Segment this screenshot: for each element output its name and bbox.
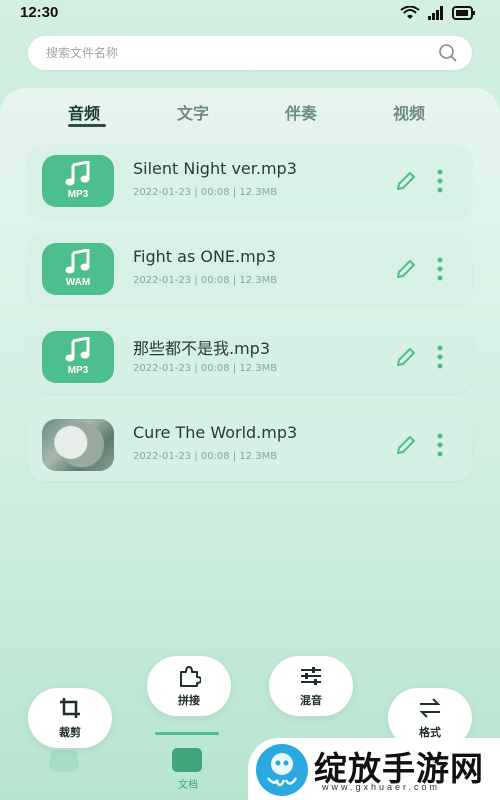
swap-icon — [419, 698, 441, 718]
file-item[interactable]: MP3 Silent Night ver.mp3 2022-01-23 | 00… — [28, 145, 472, 217]
file-meta: 2022-01-23 | 00:08 | 12.3MB — [133, 451, 278, 462]
file-name: Silent Night ver.mp3 — [133, 159, 297, 178]
watermark-url: www.gxhuaer.com — [322, 782, 441, 792]
crop-label: 裁剪 — [59, 726, 81, 739]
file-format-label: MP3 — [67, 189, 89, 200]
mix-button[interactable]: 混音 — [269, 656, 353, 716]
music-note-icon — [65, 249, 90, 274]
home-icon[interactable] — [50, 750, 78, 772]
splice-button[interactable]: 拼接 — [147, 656, 231, 716]
file-name: Fight as ONE.mp3 — [133, 247, 277, 266]
edit-icon[interactable] — [394, 257, 418, 281]
document-icon[interactable] — [172, 748, 202, 772]
wifi-icon — [400, 6, 420, 19]
more-options-icon[interactable] — [432, 255, 448, 283]
status-time: 12:30 — [20, 4, 59, 21]
more-options-icon[interactable] — [432, 167, 448, 195]
tab-text[interactable]: 文字 — [177, 100, 209, 124]
music-note-icon — [65, 161, 90, 186]
more-options-icon[interactable] — [432, 431, 448, 459]
file-item[interactable]: MP3 那些都不是我.mp3 2022-01-23 | 00:08 | 12.3… — [28, 321, 472, 393]
file-thumbnail: WAM — [42, 243, 114, 295]
search-input[interactable] — [46, 36, 426, 70]
status-bar: 12:30 — [0, 0, 500, 26]
tab-audio[interactable]: 音频 — [68, 100, 100, 124]
file-item[interactable]: WAM Fight as ONE.mp3 2022-01-23 | 00:08 … — [28, 233, 472, 305]
tab-video[interactable]: 视频 — [393, 100, 425, 124]
file-format-label: MP3 — [67, 365, 89, 376]
splice-label: 拼接 — [178, 694, 200, 707]
search-icon[interactable] — [438, 43, 458, 63]
nav-active-indicator — [155, 732, 219, 735]
tab-accompaniment[interactable]: 伴奏 — [285, 100, 317, 124]
file-item[interactable]: Cure The World.mp3 2022-01-23 | 00:08 | … — [28, 409, 472, 481]
file-name: Cure The World.mp3 — [133, 423, 298, 442]
file-thumbnail: MP3 — [42, 331, 114, 383]
file-meta: 2022-01-23 | 00:08 | 12.3MB — [133, 363, 278, 374]
cover-image — [42, 419, 114, 471]
octopus-logo-icon — [256, 744, 308, 796]
status-icons — [400, 6, 476, 20]
edit-icon[interactable] — [394, 345, 418, 369]
nav-doc-label[interactable]: 文档 — [168, 776, 208, 791]
active-tab-indicator — [68, 124, 106, 127]
sliders-icon — [301, 667, 321, 685]
battery-icon — [452, 6, 475, 20]
puzzle-icon — [180, 666, 201, 687]
music-note-icon — [65, 337, 90, 362]
more-options-icon[interactable] — [432, 343, 448, 371]
signal-icon — [428, 6, 443, 20]
edit-icon[interactable] — [394, 169, 418, 193]
crop-button[interactable]: 裁剪 — [28, 688, 112, 748]
watermark: 绽放手游网 www.gxhuaer.com — [248, 738, 500, 800]
file-format-label: WAM — [65, 277, 91, 288]
edit-icon[interactable] — [394, 433, 418, 457]
file-meta: 2022-01-23 | 00:08 | 12.3MB — [133, 187, 278, 198]
crop-icon — [60, 698, 80, 718]
search-bar[interactable] — [28, 36, 472, 70]
file-name: 那些都不是我.mp3 — [133, 339, 271, 358]
file-meta: 2022-01-23 | 00:08 | 12.3MB — [133, 275, 278, 286]
file-thumbnail: MP3 — [42, 155, 114, 207]
mix-label: 混音 — [300, 694, 322, 707]
